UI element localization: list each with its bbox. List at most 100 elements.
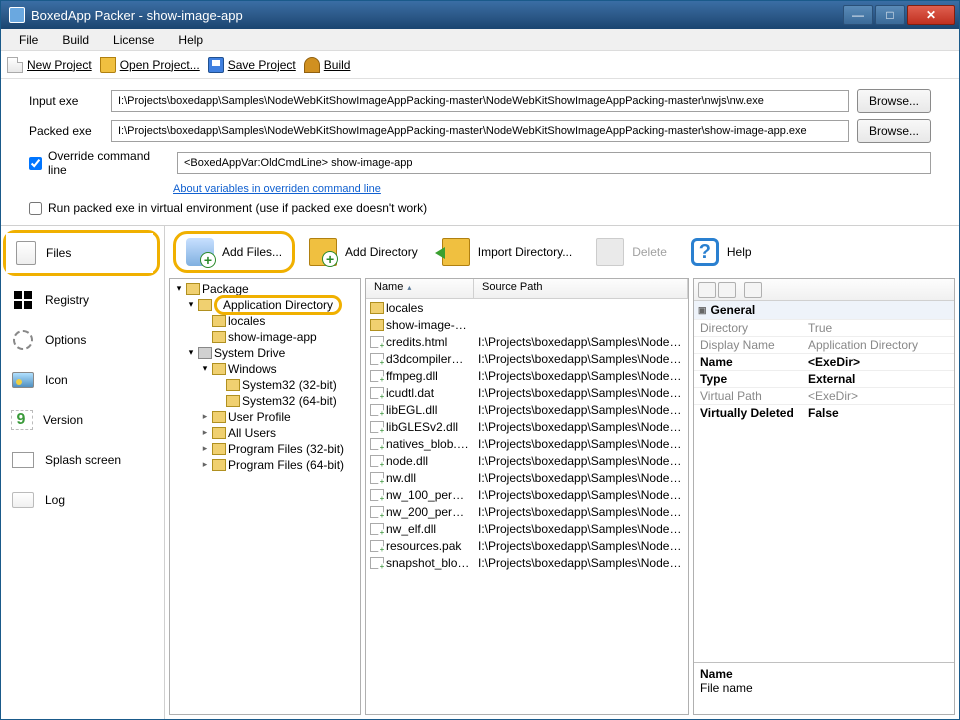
nav-splash[interactable]: Splash screen (1, 440, 164, 480)
add-directory-button[interactable]: Add Directory (299, 232, 428, 272)
prop-categorized-icon[interactable] (698, 282, 716, 298)
menu-build[interactable]: Build (52, 31, 99, 49)
tree-windows[interactable]: Windows (172, 361, 358, 377)
list-item[interactable]: natives_blob.binI:\Projects\boxedapp\Sam… (366, 435, 688, 452)
nav-log[interactable]: Log (1, 480, 164, 520)
import-directory-button[interactable]: Import Directory... (432, 232, 582, 272)
file-icon (370, 523, 384, 535)
menu-license[interactable]: License (103, 31, 164, 49)
new-project-button[interactable]: New Project (7, 57, 92, 73)
tree-sys32-32[interactable]: System32 (32-bit) (172, 377, 358, 393)
help-button[interactable]: ? Help (681, 232, 762, 272)
list-item[interactable]: node.dllI:\Projects\boxedapp\Samples\Nod… (366, 452, 688, 469)
file-icon (370, 540, 384, 552)
log-icon (11, 488, 35, 512)
menu-help[interactable]: Help (168, 31, 213, 49)
package-tree[interactable]: Package Application Directory locales sh… (169, 278, 361, 715)
run-virtual-checkbox[interactable] (29, 202, 42, 215)
prop-alpha-icon[interactable] (718, 282, 736, 298)
list-item[interactable]: nw_200_perce...I:\Projects\boxedapp\Samp… (366, 503, 688, 520)
prop-row[interactable]: DirectoryTrue (694, 319, 954, 336)
list-item[interactable]: show-image-app (366, 316, 688, 333)
close-button[interactable]: ✕ (907, 5, 955, 25)
save-icon (208, 57, 224, 73)
delete-icon (596, 238, 624, 266)
override-cmdline-checkbox[interactable] (29, 157, 42, 170)
file-icon (370, 370, 384, 382)
prop-row[interactable]: Name<ExeDir> (694, 353, 954, 370)
file-icon (370, 455, 384, 467)
file-icon (370, 404, 384, 416)
tree-sys32-64[interactable]: System32 (64-bit) (172, 393, 358, 409)
prop-category[interactable]: General (694, 301, 954, 319)
prop-row[interactable]: Display NameApplication Directory (694, 336, 954, 353)
exe-form: Input exe Browse... Packed exe Browse... (1, 79, 959, 149)
prop-pages-icon[interactable] (744, 282, 762, 298)
menu-bar: File Build License Help (1, 29, 959, 51)
packed-exe-label: Packed exe (29, 124, 103, 138)
input-exe-label: Input exe (29, 94, 103, 108)
list-item[interactable]: resources.pakI:\Projects\boxedapp\Sample… (366, 537, 688, 554)
app-icon (9, 7, 25, 23)
nav-options[interactable]: Options (1, 320, 164, 360)
list-item[interactable]: nw_elf.dllI:\Projects\boxedapp\Samples\N… (366, 520, 688, 537)
tree-appdir[interactable]: Application Directory (172, 297, 358, 313)
list-item[interactable]: locales (366, 299, 688, 316)
tree-sysdrive[interactable]: System Drive (172, 345, 358, 361)
list-item[interactable]: icudtl.datI:\Projects\boxedapp\Samples\N… (366, 384, 688, 401)
input-exe-field[interactable] (111, 90, 849, 112)
col-name[interactable]: Name (366, 279, 474, 298)
list-item[interactable]: snapshot_blob....I:\Projects\boxedapp\Sa… (366, 554, 688, 571)
prop-row[interactable]: TypeExternal (694, 370, 954, 387)
prop-row[interactable]: Virtual Path<ExeDir> (694, 387, 954, 404)
file-icon (370, 506, 384, 518)
add-files-icon (186, 238, 214, 266)
open-project-button[interactable]: Open Project... (100, 57, 200, 73)
open-icon (100, 57, 116, 73)
nav-icon[interactable]: Icon (1, 360, 164, 400)
file-icon (370, 472, 384, 484)
col-source[interactable]: Source Path (474, 279, 688, 298)
nav-version[interactable]: 9 Version (1, 400, 164, 440)
splash-icon (11, 448, 35, 472)
tree-allusers[interactable]: All Users (172, 425, 358, 441)
save-project-button[interactable]: Save Project (208, 57, 296, 73)
add-directory-icon (309, 238, 337, 266)
menu-file[interactable]: File (9, 31, 48, 49)
minimize-button[interactable]: — (843, 5, 873, 25)
tree-showimg[interactable]: show-image-app (172, 329, 358, 345)
list-item[interactable]: nw.dllI:\Projects\boxedapp\Samples\NodeW… (366, 469, 688, 486)
folder-icon (370, 302, 384, 314)
packed-exe-browse-button[interactable]: Browse... (857, 119, 931, 143)
main-toolbar: New Project Open Project... Save Project… (1, 51, 959, 79)
add-files-button[interactable]: Add Files... (173, 231, 295, 273)
file-icon (370, 489, 384, 501)
file-icon (370, 336, 384, 348)
tree-userprof[interactable]: User Profile (172, 409, 358, 425)
input-exe-browse-button[interactable]: Browse... (857, 89, 931, 113)
tree-locales[interactable]: locales (172, 313, 358, 329)
help-icon: ? (691, 238, 719, 266)
build-button[interactable]: Build (304, 57, 351, 73)
file-list[interactable]: Name Source Path localesshow-image-appcr… (365, 278, 689, 715)
list-item[interactable]: credits.htmlI:\Projects\boxedapp\Samples… (366, 333, 688, 350)
prop-row[interactable]: Virtually DeletedFalse (694, 404, 954, 421)
delete-button[interactable]: Delete (586, 232, 677, 272)
tree-pf32[interactable]: Program Files (32-bit) (172, 441, 358, 457)
nav-registry[interactable]: Registry (1, 280, 164, 320)
packed-exe-field[interactable] (111, 120, 849, 142)
options-icon (11, 328, 35, 352)
tree-pf64[interactable]: Program Files (64-bit) (172, 457, 358, 473)
nav-files[interactable]: Files (6, 233, 153, 273)
list-item[interactable]: libGLESv2.dllI:\Projects\boxedapp\Sample… (366, 418, 688, 435)
list-item[interactable]: libEGL.dllI:\Projects\boxedapp\Samples\N… (366, 401, 688, 418)
override-cmdline-field[interactable] (177, 152, 931, 174)
list-item[interactable]: d3dcompiler_4...I:\Projects\boxedapp\Sam… (366, 350, 688, 367)
maximize-button[interactable]: □ (875, 5, 905, 25)
list-item[interactable]: nw_100_perce...I:\Projects\boxedapp\Samp… (366, 486, 688, 503)
properties-panel: General DirectoryTrueDisplay NameApplica… (693, 278, 955, 715)
registry-icon (11, 288, 35, 312)
about-variables-link[interactable]: About variables in overriden command lin… (1, 183, 959, 195)
icon-icon (11, 368, 35, 392)
list-item[interactable]: ffmpeg.dllI:\Projects\boxedapp\Samples\N… (366, 367, 688, 384)
